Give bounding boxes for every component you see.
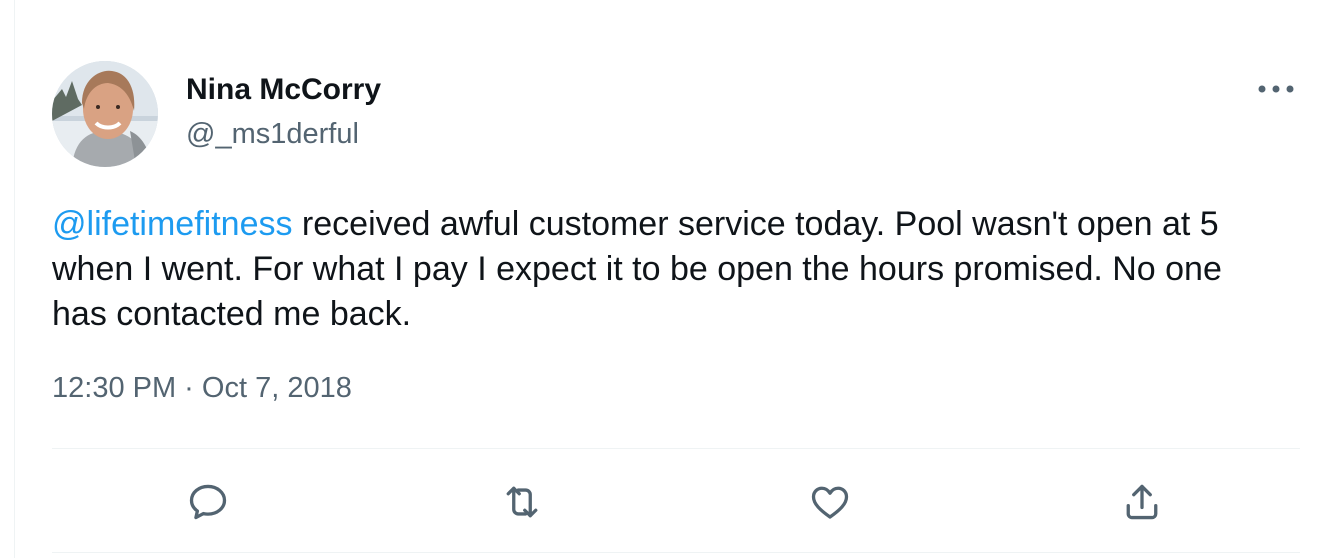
display-name[interactable]: Nina McCorry	[186, 72, 381, 108]
reply-icon	[189, 484, 227, 520]
more-options-button[interactable]	[1252, 74, 1300, 104]
like-button[interactable]	[802, 474, 858, 530]
divider-bottom	[52, 552, 1300, 553]
avatar[interactable]	[52, 61, 158, 167]
tweet-text: @lifetimefitness received awful customer…	[52, 202, 1272, 337]
timestamp[interactable]: 12:30 PM · Oct 7, 2018	[52, 370, 352, 406]
left-border	[14, 0, 15, 558]
share-button[interactable]	[1114, 474, 1170, 530]
retweet-button[interactable]	[494, 474, 550, 530]
share-icon	[1126, 484, 1158, 520]
like-icon	[811, 486, 849, 519]
mention-link[interactable]: @lifetimefitness	[52, 205, 292, 243]
divider-top	[52, 448, 1300, 449]
reply-button[interactable]	[180, 474, 236, 530]
user-handle[interactable]: @_ms1derful	[186, 116, 359, 152]
avatar-image	[52, 61, 158, 167]
retweet-icon	[506, 486, 538, 518]
more-icon	[1258, 85, 1294, 93]
